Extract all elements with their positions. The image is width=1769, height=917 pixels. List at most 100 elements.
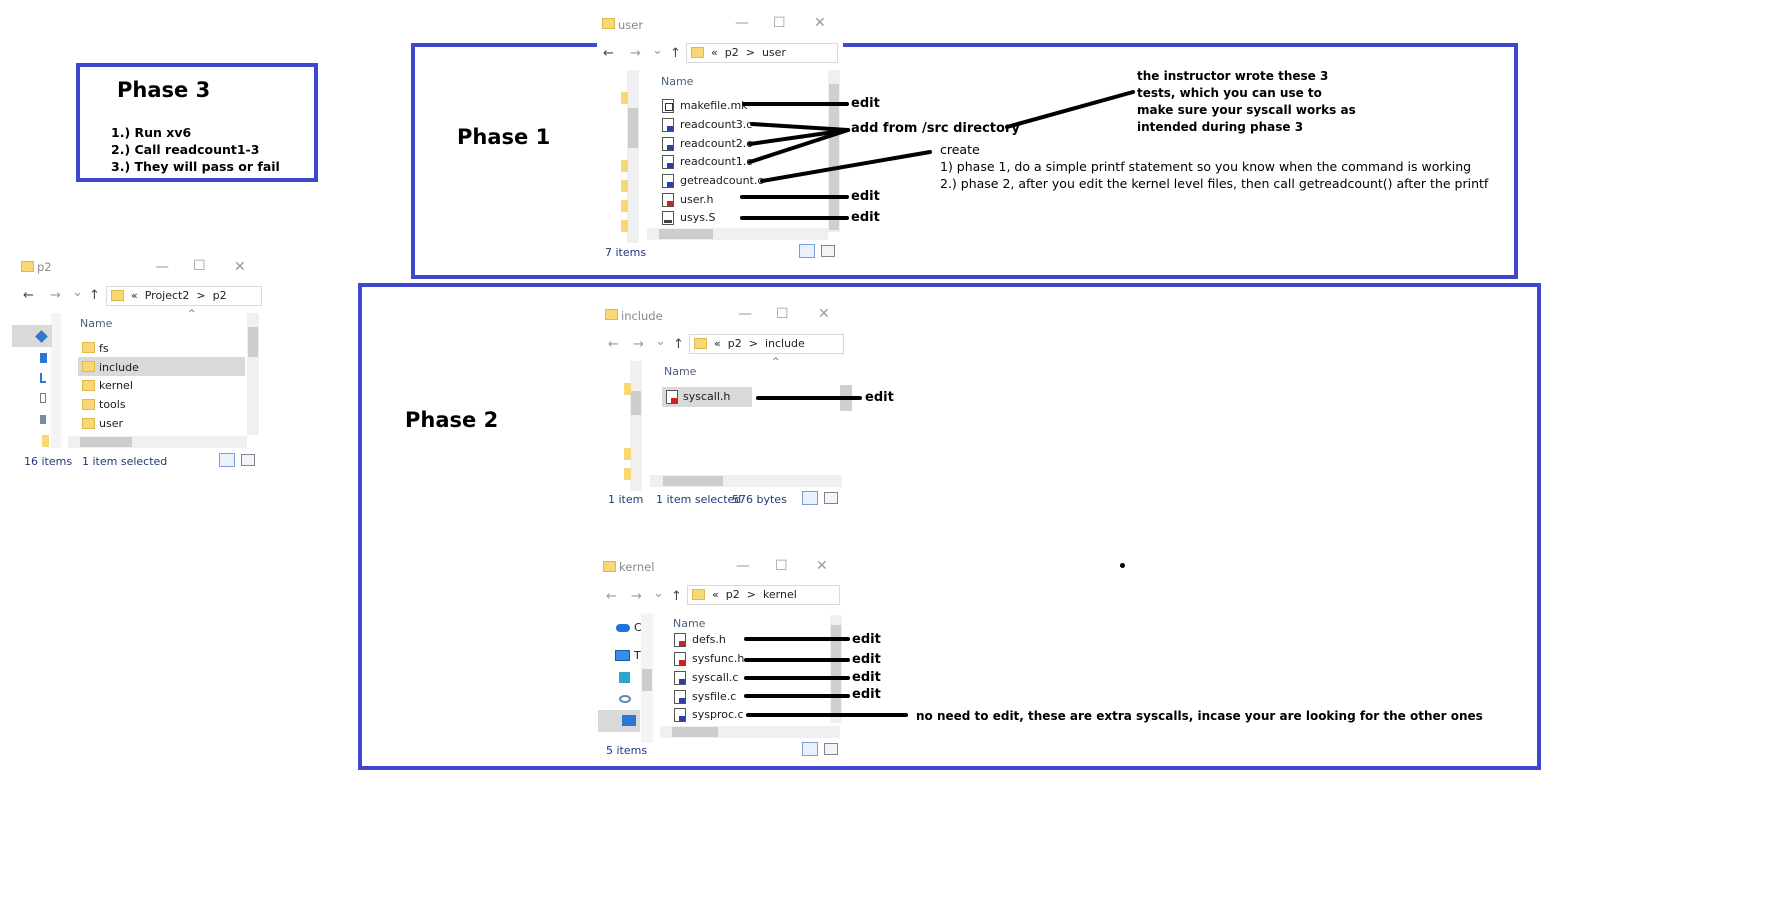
list-item-syscall-c[interactable]: syscall.c (692, 671, 738, 685)
folder-icon (603, 561, 616, 572)
address-bar[interactable]: « Project2 > p2 (106, 286, 262, 306)
back-icon[interactable]: ← (603, 47, 614, 60)
details-view-icon[interactable] (802, 742, 818, 756)
nav-item-this-pc[interactable]: T (634, 649, 641, 663)
column-header-name[interactable]: Name (661, 75, 693, 88)
list-item-defs-h[interactable]: defs.h (692, 633, 726, 647)
breadcrumb-p2[interactable]: p2 (726, 588, 740, 601)
forward-icon[interactable]: → (633, 338, 644, 351)
c-file-icon (674, 708, 686, 722)
folder-icon (624, 468, 631, 480)
desktop-icon (622, 715, 636, 726)
breadcrumb-user[interactable]: user (762, 46, 786, 59)
scroll-thumb[interactable] (829, 84, 839, 230)
details-view-icon[interactable] (219, 453, 235, 467)
chevron-down-icon[interactable]: ⌄ (652, 44, 663, 57)
list-item-makefile[interactable]: makefile.mk (680, 99, 748, 113)
c-file-icon (662, 137, 674, 151)
documents-icon (40, 393, 46, 403)
maximize-icon[interactable]: ☐ (193, 259, 206, 273)
large-icons-view-icon[interactable] (824, 492, 838, 504)
close-icon[interactable]: ✕ (818, 307, 830, 321)
forward-icon[interactable]: → (631, 590, 642, 603)
list-item-sysproc-c[interactable]: sysproc.c (692, 708, 744, 722)
list-item-kernel[interactable]: kernel (99, 379, 133, 393)
breadcrumb-kernel[interactable]: kernel (763, 588, 797, 601)
minimize-icon[interactable]: — (736, 559, 750, 573)
list-item-sysfile-c[interactable]: sysfile.c (692, 690, 736, 704)
back-icon[interactable]: ← (606, 590, 617, 603)
scroll-thumb[interactable] (248, 327, 258, 357)
list-item-syscall-h[interactable]: syscall.h (683, 390, 730, 404)
nav-pane-scrollbar[interactable] (627, 70, 639, 243)
status-selected: 1 item selected (656, 493, 742, 506)
nav-pane-scrollbar[interactable] (51, 313, 61, 448)
list-item-readcount3[interactable]: readcount3.c (680, 118, 752, 132)
maximize-icon[interactable]: ☐ (775, 559, 788, 573)
maximize-icon[interactable]: ☐ (773, 16, 786, 30)
list-item-sysfunc-h[interactable]: sysfunc.h (692, 652, 744, 666)
back-icon[interactable]: ← (608, 338, 619, 351)
large-icons-view-icon[interactable] (824, 743, 838, 755)
breadcrumb-p2[interactable]: p2 (213, 289, 227, 302)
breadcrumb-sep: « (131, 289, 138, 302)
chevron-down-icon[interactable]: ⌄ (72, 286, 83, 299)
up-icon[interactable]: ↑ (89, 289, 100, 302)
details-view-icon[interactable] (799, 244, 815, 258)
minimize-icon[interactable]: — (738, 307, 752, 321)
list-item-getreadcount[interactable]: getreadcount.c (680, 174, 763, 188)
download-icon (40, 373, 46, 383)
list-item-include[interactable]: include (99, 361, 139, 375)
list-item-tools[interactable]: tools (99, 398, 126, 412)
vertical-scrollbar[interactable] (840, 385, 852, 411)
breadcrumb-project2[interactable]: Project2 (145, 289, 190, 302)
up-icon[interactable]: ↑ (671, 590, 682, 603)
scroll-thumb[interactable] (642, 669, 652, 691)
large-icons-view-icon[interactable] (821, 245, 835, 257)
breadcrumb-include[interactable]: include (765, 337, 805, 350)
folder-icon (624, 383, 631, 395)
minimize-icon[interactable]: — (735, 16, 749, 30)
column-header-name[interactable]: Name (80, 317, 112, 330)
scroll-thumb[interactable] (628, 108, 638, 148)
close-icon[interactable]: ✕ (814, 16, 826, 30)
minimize-icon[interactable]: — (155, 260, 169, 274)
scroll-thumb[interactable] (672, 727, 718, 737)
nav-pane-scrollbar[interactable] (630, 361, 642, 491)
window-title: include (621, 309, 663, 323)
column-header-name[interactable]: Name (673, 617, 705, 630)
scroll-thumb[interactable] (659, 229, 713, 239)
up-icon[interactable]: ↑ (670, 47, 681, 60)
list-item-readcount2[interactable]: readcount2.c (680, 137, 752, 151)
details-view-icon[interactable] (802, 491, 818, 505)
column-header-name[interactable]: Name (664, 365, 696, 378)
list-item-user-h[interactable]: user.h (680, 193, 713, 207)
phase2-title: Phase 2 (405, 408, 499, 432)
scroll-thumb[interactable] (80, 437, 132, 447)
status-selected: 1 item selected (82, 455, 168, 468)
list-item-usys[interactable]: usys.S (680, 211, 715, 225)
forward-icon[interactable]: → (50, 289, 61, 302)
3d-objects-icon (619, 672, 630, 683)
scroll-thumb[interactable] (831, 625, 841, 713)
breadcrumb-p2[interactable]: p2 (725, 46, 739, 59)
large-icons-view-icon[interactable] (241, 454, 255, 466)
list-item-user[interactable]: user (99, 417, 123, 431)
list-item-fs[interactable]: fs (99, 342, 109, 356)
list-item-readcount1[interactable]: readcount1.c (680, 155, 752, 169)
back-icon[interactable]: ← (23, 289, 34, 302)
close-icon[interactable]: ✕ (234, 260, 246, 274)
chevron-down-icon[interactable]: ⌄ (653, 587, 664, 600)
scroll-thumb[interactable] (663, 476, 723, 486)
up-icon[interactable]: ↑ (673, 338, 684, 351)
close-icon[interactable]: ✕ (816, 559, 828, 573)
forward-icon[interactable]: → (630, 47, 641, 60)
chevron-down-icon[interactable]: ⌄ (655, 335, 666, 348)
breadcrumb-p2[interactable]: p2 (728, 337, 742, 350)
address-bar[interactable]: « p2 > include (689, 334, 844, 354)
address-bar[interactable]: « p2 > user (686, 43, 838, 63)
scroll-thumb[interactable] (631, 391, 641, 415)
address-bar[interactable]: « p2 > kernel (687, 585, 840, 605)
maximize-icon[interactable]: ☐ (776, 307, 789, 321)
annotation-edit-sysfunc: edit (852, 652, 881, 667)
